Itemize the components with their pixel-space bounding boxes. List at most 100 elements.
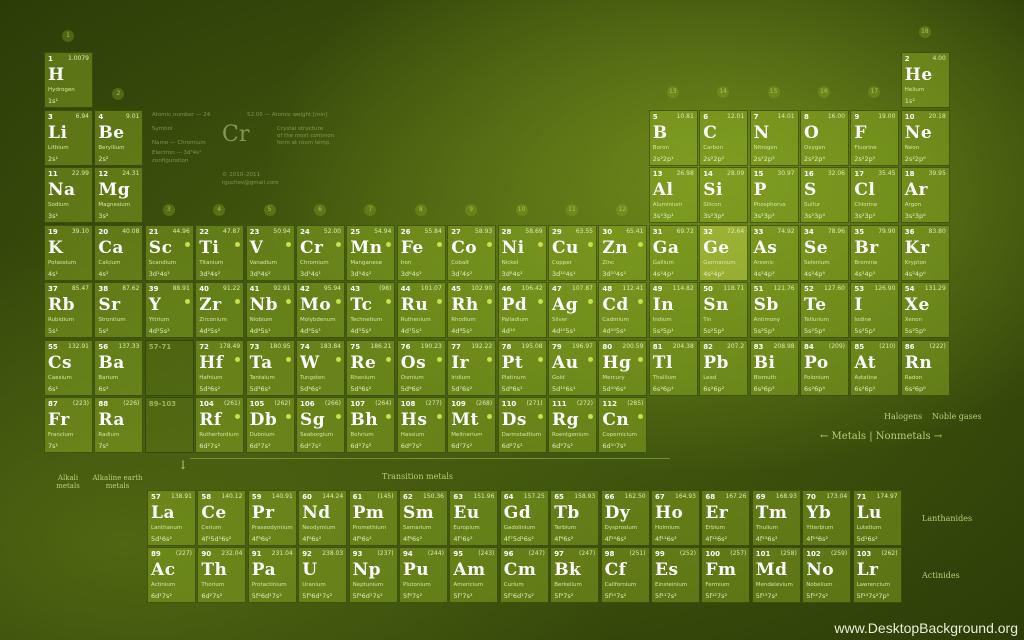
element-sr[interactable]: 38 87.62 Sr Strontium 5s² <box>94 282 144 338</box>
element-tm[interactable]: 69 168.93 Tm Thulium 4f¹³6s² <box>751 490 801 546</box>
element-ti[interactable]: 22 47.87 Ti Titanium 3d²4s² <box>195 224 245 281</box>
element-o[interactable]: 8 16.00 O Oxygen 2s²2p⁴ <box>800 109 849 166</box>
element-b[interactable]: 5 10.81 B Boron 2s²2p¹ <box>648 109 698 166</box>
element-p[interactable]: 15 30.97 P Phosphorus 3s²3p³ <box>749 167 799 223</box>
element-co[interactable]: 27 58.93 Co Cobalt 3d⁷4s² <box>447 224 497 281</box>
element-lu[interactable]: 71 174.97 Lu Lutetium 5d¹6s² <box>852 490 902 546</box>
element-rb[interactable]: 37 85.47 Rb Rubidium 5s¹ <box>44 282 93 338</box>
element-sc[interactable]: 21 44.96 Sc Scandium 3d¹4s² <box>144 224 194 281</box>
element-ca[interactable]: 20 40.08 Ca Calcium 4s² <box>94 224 144 281</box>
element-rn[interactable]: 86 (222) Rn Radon 6s²6p⁶ <box>900 339 950 396</box>
element-tb[interactable]: 65 158.93 Tb Terbium 4f⁹6s² <box>550 490 600 546</box>
element-lr[interactable]: 103 (262) Lr Lawrencium 5f¹⁴7s²7p¹ <box>852 547 902 603</box>
element-ta[interactable]: 73 180.95 Ta Tantalum 5d³6s² <box>245 339 295 396</box>
element-au[interactable]: 79 196.97 Au Gold 5d¹⁰6s¹ <box>548 339 597 396</box>
element-h[interactable]: 1 1.0079 H Hydrogen 1s¹ <box>44 52 93 108</box>
element-f[interactable]: 9 19.00 F Fluorine 2s²2p⁵ <box>850 109 900 166</box>
element-k[interactable]: 19 39.10 K Potassium 4s¹ <box>44 224 93 281</box>
element-ge[interactable]: 32 72.64 Ge Germanium 4s²4p² <box>699 224 749 281</box>
element-c[interactable]: 6 12.01 C Carbon 2s²2p² <box>699 109 749 166</box>
element-yb[interactable]: 70 173.04 Yb Ytterbium 4f¹⁴6s² <box>802 490 852 546</box>
element-am[interactable]: 95 (243) Am Americium 5f⁷7s² <box>449 547 499 603</box>
element-cn[interactable]: 112 (285) Cn Copernicium 6d¹⁰7s² <box>598 397 648 453</box>
element-kr[interactable]: 36 83.80 Kr Krypton 4s²4p⁶ <box>900 224 950 281</box>
element-ag[interactable]: 47 107.87 Ag Silver 4d¹⁰5s¹ <box>548 282 597 338</box>
element-re[interactable]: 75 186.21 Re Rhenium 5d⁵6s² <box>346 339 396 396</box>
element-br[interactable]: 35 79.90 Br Bromine 4s²4p⁵ <box>850 224 900 281</box>
element-ni[interactable]: 28 58.69 Ni Nickel 3d⁸4s² <box>497 224 547 281</box>
element-ar[interactable]: 18 39.95 Ar Argon 3s²3p⁶ <box>900 167 950 223</box>
element-sb[interactable]: 51 121.76 Sb Antimony 5s²5p³ <box>749 282 799 338</box>
element-ne[interactable]: 10 20.18 Ne Neon 2s²2p⁶ <box>900 109 950 166</box>
element-cf[interactable]: 98 (251) Cf Californium 5f¹⁰7s² <box>600 547 650 603</box>
element-in[interactable]: 49 114.82 In Indium 5s²5p¹ <box>648 282 698 338</box>
element-sn[interactable]: 50 118.71 Sn Tin 5s²5p² <box>699 282 749 338</box>
element-er[interactable]: 68 167.26 Er Erbium 4f¹²6s² <box>701 490 751 546</box>
element-no[interactable]: 102 (259) No Nobelium 5f¹⁴7s² <box>802 547 852 603</box>
element-mn[interactable]: 25 54.94 Mn Manganese 3d⁵4s² <box>346 224 396 281</box>
element-ra[interactable]: 88 (226) Ra Radium 7s² <box>94 397 144 453</box>
element-li[interactable]: 3 6.94 Li Lithium 2s¹ <box>44 109 93 166</box>
element-as[interactable]: 33 74.92 As Arsenic 4s²4p³ <box>749 224 799 281</box>
element-s[interactable]: 16 32.06 S Sulfur 3s²3p⁴ <box>800 167 849 223</box>
element-os[interactable]: 76 190.23 Os Osmium 5d⁶6s² <box>396 339 446 396</box>
element-pu[interactable]: 94 (244) Pu Plutonium 5f⁶7s² <box>399 547 448 603</box>
element-i[interactable]: 53 126.90 I Iodine 5s²5p⁵ <box>850 282 900 338</box>
element-hg[interactable]: 80 200.59 Hg Mercury 5d¹⁰6s² <box>598 339 648 396</box>
element-dy[interactable]: 66 162.50 Dy Dysprosium 4f¹⁰6s² <box>600 490 650 546</box>
element-at[interactable]: 85 (210) At Astatine 6s²6p⁵ <box>850 339 900 396</box>
element-ru[interactable]: 44 101.07 Ru Ruthenium 4d⁷5s¹ <box>396 282 446 338</box>
element-zr[interactable]: 40 91.22 Zr Zirconium 4d²5s² <box>195 282 245 338</box>
element-nd[interactable]: 60 144.24 Nd Neodymium 4f⁴6s² <box>298 490 348 546</box>
element-mo[interactable]: 42 95.94 Mo Molybdenum 4d⁵5s¹ <box>296 282 345 338</box>
element-ir[interactable]: 77 192.22 Ir Iridium 5d⁷6s² <box>447 339 497 396</box>
element-bi[interactable]: 83 208.98 Bi Bismuth 6s²6p³ <box>749 339 799 396</box>
element-ga[interactable]: 31 69.72 Ga Gallium 4s²4p¹ <box>648 224 698 281</box>
element-ho[interactable]: 67 164.93 Ho Holmium 4f¹¹6s² <box>651 490 700 546</box>
element-bk[interactable]: 97 (247) Bk Berkelium 5f⁹7s² <box>550 547 600 603</box>
element-hf[interactable]: 72 178.49 Hf Hafnium 5d²6s² <box>195 339 245 396</box>
element-cu[interactable]: 29 63.55 Cu Copper 3d¹⁰4s¹ <box>548 224 597 281</box>
element-pb[interactable]: 82 207.2 Pb Lead 6s²6p² <box>699 339 749 396</box>
element-fm[interactable]: 100 (257) Fm Fermium 5f¹²7s² <box>701 547 751 603</box>
element-be[interactable]: 4 9.01 Be Beryllium 2s² <box>94 109 144 166</box>
element-xe[interactable]: 54 131.29 Xe Xenon 5s²5p⁶ <box>900 282 950 338</box>
element-db[interactable]: 105 (262) Db Dubnium 6d³7s² <box>245 397 295 453</box>
element-eu[interactable]: 63 151.96 Eu Europium 4f⁷6s² <box>449 490 499 546</box>
element-w[interactable]: 74 183.84 W Tungsten 5d⁴6s² <box>296 339 345 396</box>
element-sg[interactable]: 106 (266) Sg Seaborgium 6d⁴7s² <box>296 397 345 453</box>
element-fr[interactable]: 87 (223) Fr Francium 7s¹ <box>44 397 93 453</box>
element-pm[interactable]: 61 (145) Pm Promethium 4f⁵6s² <box>348 490 398 546</box>
element-th[interactable]: 90 232.04 Th Thorium 6d²7s² <box>197 547 247 603</box>
element-se[interactable]: 34 78.96 Se Selenium 4s²4p⁴ <box>800 224 849 281</box>
element-po[interactable]: 84 (209) Po Polonium 6s²6p⁴ <box>800 339 849 396</box>
element-sm[interactable]: 62 150.36 Sm Samarium 4f⁶6s² <box>399 490 448 546</box>
element-cd[interactable]: 48 112.41 Cd Cadmium 4d¹⁰5s² <box>598 282 648 338</box>
element-he[interactable]: 2 4.00 He Helium 1s² <box>900 52 950 108</box>
element-pa[interactable]: 91 231.04 Pa Protactinium 5f²6d¹7s² <box>247 547 297 603</box>
element-pr[interactable]: 59 140.91 Pr Praseodymium 4f³6s² <box>247 490 297 546</box>
element-na[interactable]: 11 22.99 Na Sodium 3s¹ <box>44 167 93 223</box>
element-bh[interactable]: 107 (264) Bh Bohrium 6d⁵7s² <box>346 397 396 453</box>
element-cm[interactable]: 96 (247) Cm Curium 5f⁷6d¹7s² <box>499 547 549 603</box>
element-fe[interactable]: 26 55.84 Fe Iron 3d⁶4s² <box>396 224 446 281</box>
element-si[interactable]: 14 28.09 Si Silicon 3s²3p² <box>699 167 749 223</box>
element-cl[interactable]: 17 35.45 Cl Chlorine 3s²3p⁵ <box>850 167 900 223</box>
element-rf[interactable]: 104 (261) Rf Rutherfordium 6d²7s² <box>195 397 245 453</box>
element-es[interactable]: 99 (252) Es Einsteinium 5f¹¹7s² <box>651 547 700 603</box>
element-pd[interactable]: 46 106.42 Pd Palladium 4d¹⁰ <box>497 282 547 338</box>
element-tc[interactable]: 43 (98) Tc Technetium 4d⁵5s² <box>346 282 396 338</box>
element-tl[interactable]: 81 204.38 Tl Thallium 6s²6p¹ <box>648 339 698 396</box>
element-rg[interactable]: 111 (272) Rg Roentgenium 6d⁹7s² <box>548 397 597 453</box>
element-pt[interactable]: 78 195.08 Pt Platinum 5d⁹6s¹ <box>497 339 547 396</box>
element-te[interactable]: 52 127.60 Te Tellurium 5s²5p⁴ <box>800 282 849 338</box>
element-ds[interactable]: 110 (271) Ds Darmstadtium 6d⁸7s² <box>497 397 547 453</box>
element-al[interactable]: 13 26.98 Al Aluminium 3s²3p¹ <box>648 167 698 223</box>
element-mg[interactable]: 12 24.31 Mg Magnesium 3s² <box>94 167 144 223</box>
element-nb[interactable]: 41 92.91 Nb Niobium 4d⁴5s¹ <box>245 282 295 338</box>
element-ba[interactable]: 56 137.33 Ba Barium 6s² <box>94 339 144 396</box>
element-rh[interactable]: 45 102.90 Rh Rhodium 4d⁸5s¹ <box>447 282 497 338</box>
element-la[interactable]: 57 138.91 La Lanthanum 5d¹6s² <box>147 490 196 546</box>
element-hs[interactable]: 108 (277) Hs Hassium 6d⁶7s² <box>396 397 446 453</box>
element-zn[interactable]: 30 65.41 Zn Zinc 3d¹⁰4s² <box>598 224 648 281</box>
